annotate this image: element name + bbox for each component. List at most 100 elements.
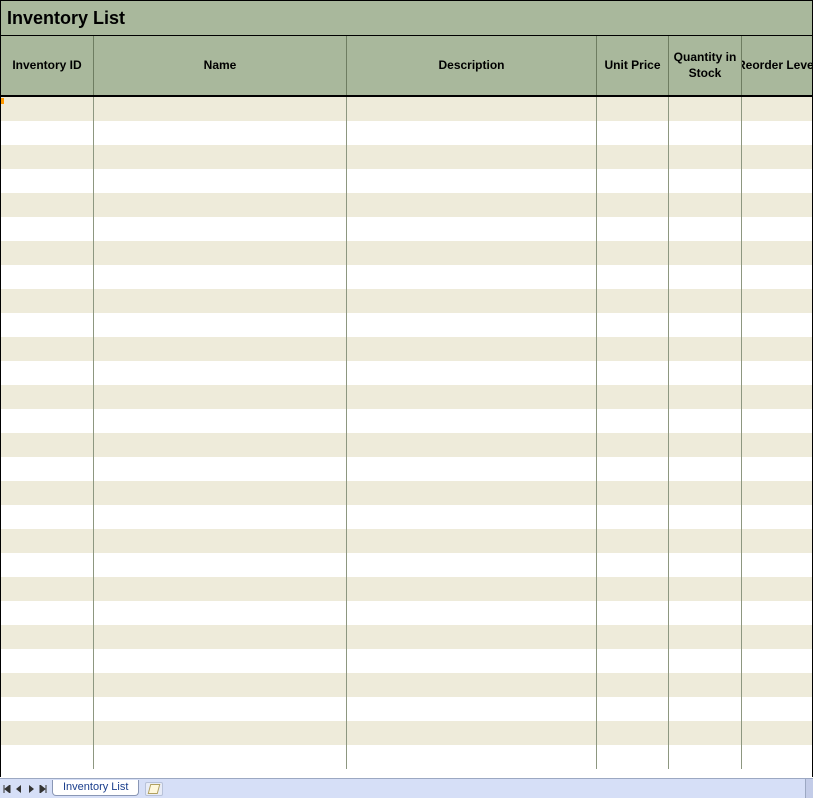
table-cell[interactable] (597, 745, 669, 769)
table-cell[interactable] (597, 217, 669, 241)
table-cell[interactable] (597, 433, 669, 457)
table-cell[interactable] (94, 505, 347, 529)
table-cell[interactable] (597, 193, 669, 217)
table-cell[interactable] (742, 481, 812, 505)
table-cell[interactable] (597, 625, 669, 649)
table-row[interactable] (1, 457, 812, 481)
table-cell[interactable] (597, 289, 669, 313)
table-cell[interactable] (347, 745, 597, 769)
table-cell[interactable] (597, 313, 669, 337)
col-header-name[interactable]: Name (94, 36, 347, 95)
table-cell[interactable] (597, 97, 669, 121)
table-cell[interactable] (94, 457, 347, 481)
table-row[interactable] (1, 577, 812, 601)
table-cell[interactable] (742, 169, 812, 193)
table-cell[interactable] (742, 289, 812, 313)
col-header-quantity-in-stock[interactable]: Quantity in Stock (669, 36, 742, 95)
table-cell[interactable] (347, 193, 597, 217)
table-cell[interactable] (347, 457, 597, 481)
table-cell[interactable] (742, 505, 812, 529)
table-cell[interactable] (597, 121, 669, 145)
table-cell[interactable] (347, 409, 597, 433)
table-cell[interactable] (94, 577, 347, 601)
table-cell[interactable] (347, 217, 597, 241)
table-cell[interactable] (742, 409, 812, 433)
table-cell[interactable] (742, 529, 812, 553)
table-cell[interactable] (669, 313, 742, 337)
table-cell[interactable] (1, 577, 94, 601)
table-cell[interactable] (347, 169, 597, 193)
table-cell[interactable] (1, 433, 94, 457)
table-cell[interactable] (347, 505, 597, 529)
table-cell[interactable] (94, 385, 347, 409)
table-cell[interactable] (1, 505, 94, 529)
table-cell[interactable] (669, 673, 742, 697)
table-cell[interactable] (1, 193, 94, 217)
table-cell[interactable] (597, 145, 669, 169)
table-cell[interactable] (94, 409, 347, 433)
table-cell[interactable] (347, 289, 597, 313)
table-cell[interactable] (742, 673, 812, 697)
table-row[interactable] (1, 409, 812, 433)
table-cell[interactable] (1, 625, 94, 649)
table-row[interactable] (1, 241, 812, 265)
table-cell[interactable] (669, 241, 742, 265)
table-cell[interactable] (669, 265, 742, 289)
table-cell[interactable] (742, 457, 812, 481)
table-cell[interactable] (597, 505, 669, 529)
table-cell[interactable] (597, 457, 669, 481)
table-cell[interactable] (742, 577, 812, 601)
table-cell[interactable] (597, 409, 669, 433)
table-cell[interactable] (669, 625, 742, 649)
table-cell[interactable] (347, 145, 597, 169)
table-cell[interactable] (597, 649, 669, 673)
table-row[interactable] (1, 385, 812, 409)
table-cell[interactable] (669, 193, 742, 217)
table-cell[interactable] (347, 649, 597, 673)
table-cell[interactable] (94, 361, 347, 385)
table-row[interactable] (1, 313, 812, 337)
table-row[interactable] (1, 121, 812, 145)
table-cell[interactable] (94, 241, 347, 265)
last-sheet-button[interactable] (38, 782, 48, 796)
table-cell[interactable] (94, 313, 347, 337)
table-cell[interactable] (94, 217, 347, 241)
table-cell[interactable] (1, 385, 94, 409)
table-cell[interactable] (94, 745, 347, 769)
col-header-unit-price[interactable]: Unit Price (597, 36, 669, 95)
table-row[interactable] (1, 433, 812, 457)
table-cell[interactable] (742, 745, 812, 769)
table-row[interactable] (1, 289, 812, 313)
table-cell[interactable] (347, 601, 597, 625)
table-cell[interactable] (1, 361, 94, 385)
table-cell[interactable] (742, 649, 812, 673)
table-row[interactable] (1, 721, 812, 745)
new-sheet-button[interactable] (145, 782, 163, 796)
table-cell[interactable] (669, 217, 742, 241)
table-cell[interactable] (94, 529, 347, 553)
table-cell[interactable] (347, 361, 597, 385)
table-cell[interactable] (669, 481, 742, 505)
scroll-handle[interactable] (805, 779, 813, 798)
table-cell[interactable] (669, 361, 742, 385)
table-cell[interactable] (94, 169, 347, 193)
table-row[interactable] (1, 337, 812, 361)
table-cell[interactable] (94, 673, 347, 697)
table-cell[interactable] (94, 481, 347, 505)
table-row[interactable] (1, 673, 812, 697)
table-cell[interactable] (597, 481, 669, 505)
table-cell[interactable] (1, 217, 94, 241)
table-cell[interactable] (669, 289, 742, 313)
table-cell[interactable] (94, 697, 347, 721)
table-cell[interactable] (94, 97, 347, 121)
table-cell[interactable] (347, 481, 597, 505)
table-cell[interactable] (347, 577, 597, 601)
table-cell[interactable] (1, 601, 94, 625)
table-cell[interactable] (347, 97, 597, 121)
table-cell[interactable] (742, 601, 812, 625)
table-cell[interactable] (742, 721, 812, 745)
table-cell[interactable] (597, 385, 669, 409)
table-cell[interactable] (94, 337, 347, 361)
table-cell[interactable] (742, 265, 812, 289)
table-cell[interactable] (669, 457, 742, 481)
